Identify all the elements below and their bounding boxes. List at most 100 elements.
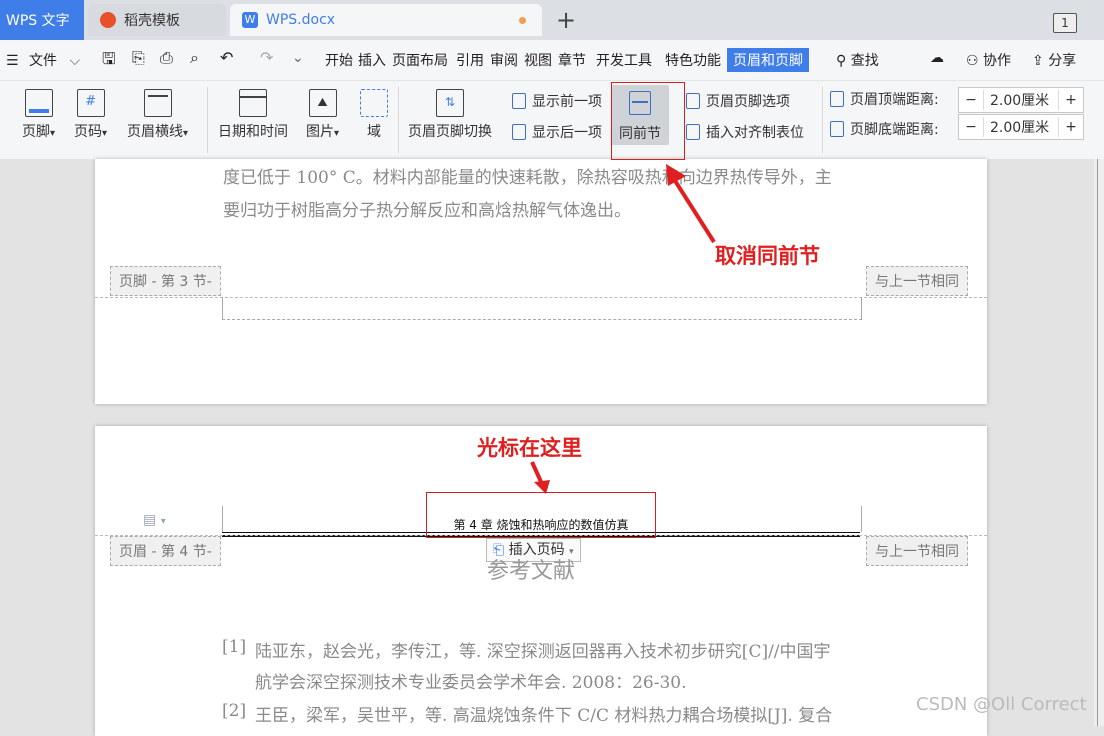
same-as-previous-tag: 与上一节相同	[866, 266, 968, 296]
datetime-label: 日期和时间	[218, 124, 288, 140]
word-doc-icon: W	[242, 12, 258, 28]
show-next-icon	[512, 124, 526, 140]
insert-align-tab-button[interactable]: 插入对齐制表位	[686, 122, 804, 142]
header-footer-switch-button[interactable]: ⇅ 页眉页脚切换	[408, 89, 492, 141]
menu-references[interactable]: 引用	[456, 50, 484, 70]
tab-wps-app[interactable]: WPS 文字	[0, 0, 84, 40]
page-number-label: 页码	[74, 124, 102, 140]
show-previous-label: 显示前一项	[532, 94, 602, 110]
annotation-arrow-up	[666, 164, 716, 244]
show-next-label: 显示后一项	[532, 125, 602, 141]
header-line-button[interactable]: 页眉横线▾	[127, 89, 188, 141]
show-next-button[interactable]: 显示后一项	[512, 122, 602, 142]
menu-review[interactable]: 审阅	[490, 50, 518, 70]
undo-icon[interactable]: ↶	[220, 48, 233, 67]
align-tab-label: 插入对齐制表位	[706, 125, 804, 141]
header-top-distance-stepper[interactable]: − 2.00厘米 +	[958, 87, 1084, 113]
footer-label: 页脚	[22, 124, 50, 140]
new-tab-button[interactable]: +	[556, 6, 576, 34]
menu-bar: ☰ 文件 ⌵ 🖫 ⎘ ⎙ ⌕ ↶ ↷ ⌄ 开始 插入 页面布局 引用 审阅 视图…	[0, 40, 1104, 81]
annotation-cancel-same-prev: 取消同前节	[715, 244, 820, 268]
show-previous-button[interactable]: 显示前一项	[512, 91, 602, 111]
ribbon-divider	[822, 87, 823, 153]
ribbon-divider	[207, 87, 208, 153]
references-title: 参考文献	[487, 559, 576, 584]
same-as-previous-tag: 与上一节相同	[866, 536, 968, 566]
flame-icon	[100, 12, 116, 28]
picture-label: 图片	[306, 124, 334, 140]
footer-bottom-distance-input[interactable]: 2.00厘米	[983, 117, 1059, 137]
share-icon: ⇪	[1032, 53, 1044, 69]
tab-bar: WPS 文字 稻壳模板 W WPS.docx + 1	[0, 0, 1104, 40]
menu-developer[interactable]: 开发工具	[596, 50, 652, 70]
tab-template[interactable]: 稻壳模板	[88, 4, 226, 36]
header-line-label: 页眉横线	[127, 124, 183, 140]
show-previous-icon	[512, 93, 526, 109]
header-top-label-text: 页眉顶端距离:	[850, 92, 939, 108]
header-footer-options-button[interactable]: 页眉页脚选项	[686, 91, 790, 111]
minus-icon[interactable]: −	[959, 119, 983, 135]
field-button[interactable]: 域	[360, 89, 388, 141]
header-top-distance-input[interactable]: 2.00厘米	[983, 90, 1059, 110]
menu-insert[interactable]: 插入	[358, 50, 386, 70]
share-button[interactable]: ⇪ 分享	[1032, 50, 1076, 70]
redo-icon[interactable]: ↷	[260, 48, 273, 67]
footer-button[interactable]: 页脚▾	[22, 89, 55, 141]
print-icon[interactable]: ⎙	[160, 48, 173, 68]
ribbon-divider	[398, 87, 399, 153]
annotation-box-same-prev	[611, 82, 685, 160]
tab-document-label: WPS.docx	[266, 12, 336, 28]
footer-bottom-distance-label: 页脚底端距离:	[830, 119, 939, 139]
menu-page-layout[interactable]: 页面布局	[392, 50, 448, 70]
footer-bottom-distance-stepper[interactable]: − 2.00厘米 +	[958, 114, 1084, 140]
switch-label: 页眉页脚切换	[408, 124, 492, 140]
menu-header-footer[interactable]: 页眉和页脚	[727, 48, 809, 72]
minus-icon[interactable]: −	[959, 92, 983, 108]
window-count-badge[interactable]: 1	[1053, 13, 1077, 33]
picture-icon: ⛰	[308, 89, 337, 117]
page-number-button[interactable]: # 页码▾	[74, 89, 107, 141]
body-text-line: 要归功于树脂高分子热分解反应和高焓热解气体逸出。	[223, 201, 631, 221]
doc-options-icon[interactable]: ▤ ▾	[143, 512, 166, 528]
reference-text-line: 陆亚东，赵会光，李传江，等. 深空探测返回器再入技术初步研究[C]//中国宇	[255, 642, 831, 662]
collab-button[interactable]: ⚇ 协作	[966, 50, 1011, 70]
ribbon-toolbar: 页脚▾ # 页码▾ 页眉横线▾ 日期和时间 ⛰ 图片▾ 域 ⇅ 页眉页脚切换 显…	[0, 81, 1104, 160]
datetime-button[interactable]: 日期和时间	[218, 89, 288, 141]
search-label: 查找	[850, 53, 879, 69]
calendar-icon	[239, 89, 267, 117]
menu-start[interactable]: 开始	[325, 50, 353, 70]
menu-section[interactable]: 章节	[558, 50, 586, 70]
tab-template-label: 稻壳模板	[124, 13, 180, 29]
print-preview-icon[interactable]: ⌕	[190, 48, 199, 68]
field-icon	[360, 89, 388, 117]
more-icon[interactable]: ⌄	[292, 50, 304, 66]
watermark: CSDN @Oll Correct	[916, 694, 1087, 715]
picture-button[interactable]: ⛰ 图片▾	[306, 89, 339, 141]
annotation-arrow-down	[530, 461, 550, 494]
plus-icon[interactable]: +	[1059, 92, 1083, 108]
search-button[interactable]: ⚲ 查找	[836, 50, 879, 70]
cloud-sync-icon[interactable]: ☁	[930, 50, 944, 66]
user-icon: ⚇	[966, 53, 979, 69]
hamburger-icon: ☰	[6, 53, 19, 69]
search-icon: ⚲	[836, 53, 847, 69]
reference-number: [1]	[222, 637, 247, 657]
annotation-cursor-here: 光标在这里	[477, 436, 582, 460]
unsaved-dot-icon	[519, 17, 526, 24]
format-painter-icon[interactable]: ⎘	[132, 48, 145, 68]
tab-wps-label: WPS 文字	[6, 13, 70, 29]
tab-document[interactable]: W WPS.docx	[230, 4, 542, 36]
header-top-distance-label: 页眉顶端距离:	[830, 89, 939, 109]
chevron-down-icon: ⌵	[69, 53, 81, 69]
footer-section-tag: 页脚 - 第 3 节-	[110, 266, 221, 296]
save-icon[interactable]: 🖫	[102, 48, 116, 75]
plus-icon[interactable]: +	[1059, 119, 1083, 135]
switch-icon: ⇅	[436, 89, 464, 117]
vertical-scrollbar[interactable]	[1094, 159, 1104, 726]
reference-text-line: 航学会深空探测技术专业委员会学术年会. 2008：26-30.	[255, 673, 687, 693]
menu-view[interactable]: 视图	[524, 50, 552, 70]
footer-edit-area[interactable]	[222, 297, 862, 320]
menu-features[interactable]: 特色功能	[665, 50, 721, 70]
file-menu[interactable]: ☰ 文件 ⌵	[6, 50, 80, 70]
page-number-icon: #	[76, 89, 105, 117]
